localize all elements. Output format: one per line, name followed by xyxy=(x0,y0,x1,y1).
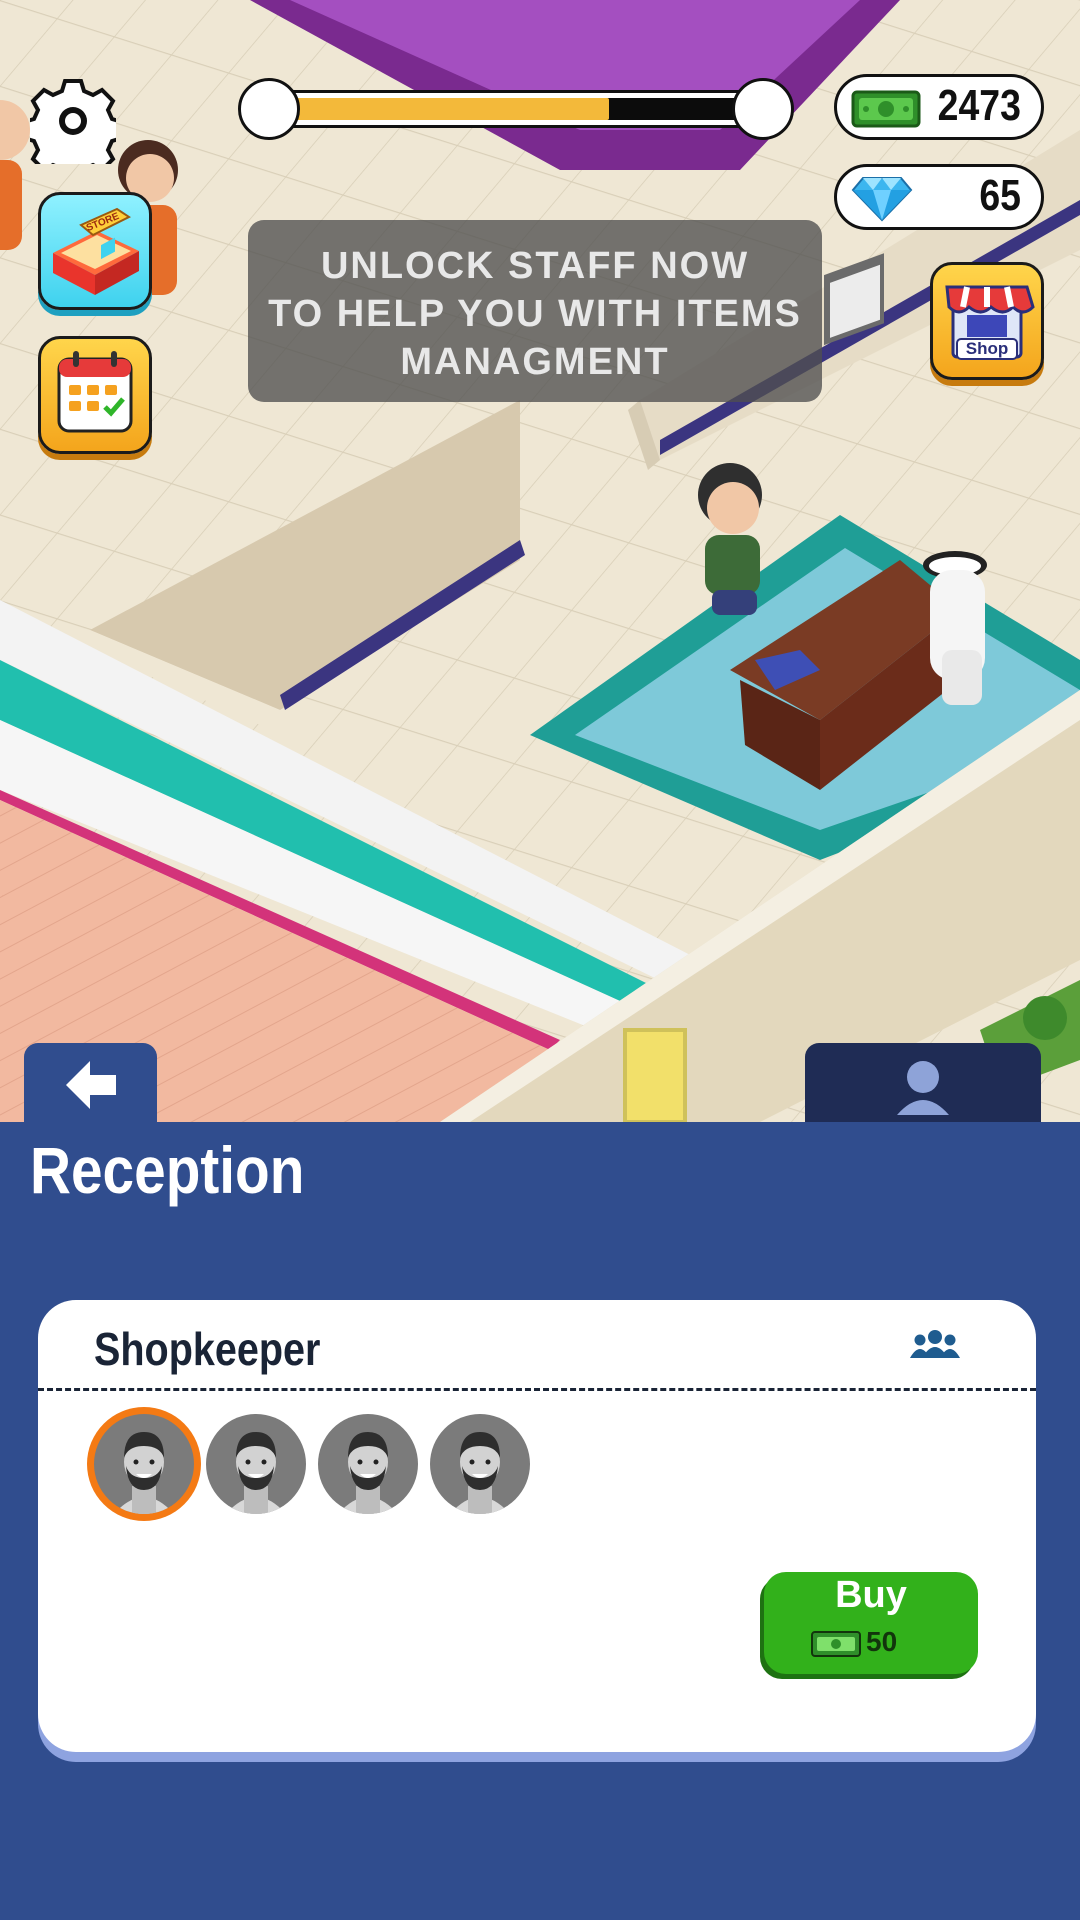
shopkeeper-avatar[interactable] xyxy=(94,1414,194,1514)
shopkeeper-face-icon xyxy=(338,1432,398,1514)
cash-counter: 2473 xyxy=(834,74,1044,140)
reception-panel: Reception Shopkeeper Buy 50 xyxy=(0,1122,1080,1920)
level-progress-fill xyxy=(272,98,609,120)
person-icon xyxy=(897,1061,949,1115)
progress-start-knob xyxy=(238,78,300,140)
shop-icon: Shop xyxy=(945,285,1035,360)
tooltip-line-1: UNLOCK STAFF NOW xyxy=(320,245,750,287)
cash-icon xyxy=(851,90,921,128)
unlock-staff-tooltip: UNLOCK STAFF NOW TO HELP YOU WITH ITEMS … xyxy=(248,220,822,402)
card-divider xyxy=(38,1388,1036,1391)
tooltip-line-3: MANAGMENT xyxy=(400,341,670,383)
shopkeeper-avatar[interactable] xyxy=(318,1414,418,1514)
shopkeeper-face-icon xyxy=(226,1432,286,1514)
gem-icon xyxy=(851,177,913,222)
tooltip-line-2: TO HELP YOU WITH ITEMS xyxy=(268,293,802,335)
gem-value: 65 xyxy=(979,171,1021,220)
calendar-button[interactable] xyxy=(38,336,152,454)
store-icon: STORE xyxy=(53,207,139,295)
staff-tab[interactable] xyxy=(805,1043,1041,1123)
gem-counter: 65 xyxy=(834,164,1044,230)
level-progress-bar xyxy=(238,78,794,140)
store-button[interactable]: STORE xyxy=(38,192,152,310)
group-icon xyxy=(910,1330,960,1358)
settings-button[interactable] xyxy=(22,78,124,181)
panel-title: Reception xyxy=(30,1133,305,1207)
shopkeeper-avatar[interactable] xyxy=(206,1414,306,1514)
back-tab-button[interactable] xyxy=(24,1043,157,1123)
buy-price: 50 xyxy=(866,1626,898,1657)
shopkeeper-card: Shopkeeper Buy 50 xyxy=(38,1300,1036,1752)
shopkeeper-face-icon xyxy=(450,1432,510,1514)
shopkeeper-face-icon xyxy=(114,1432,174,1514)
gear-icon xyxy=(22,79,124,181)
cash-icon xyxy=(811,1631,861,1657)
cash-value: 2473 xyxy=(937,81,1021,130)
back-arrow-icon xyxy=(66,1061,116,1109)
buy-label: Buy xyxy=(835,1574,907,1616)
shop-label: Shop xyxy=(966,339,1009,358)
card-title: Shopkeeper xyxy=(94,1323,321,1375)
buy-button[interactable]: Buy 50 xyxy=(764,1572,978,1674)
shopkeeper-avatar[interactable] xyxy=(430,1414,530,1514)
progress-end-knob xyxy=(732,78,794,140)
calendar-icon xyxy=(57,351,133,433)
shop-button[interactable]: Shop xyxy=(930,262,1044,380)
